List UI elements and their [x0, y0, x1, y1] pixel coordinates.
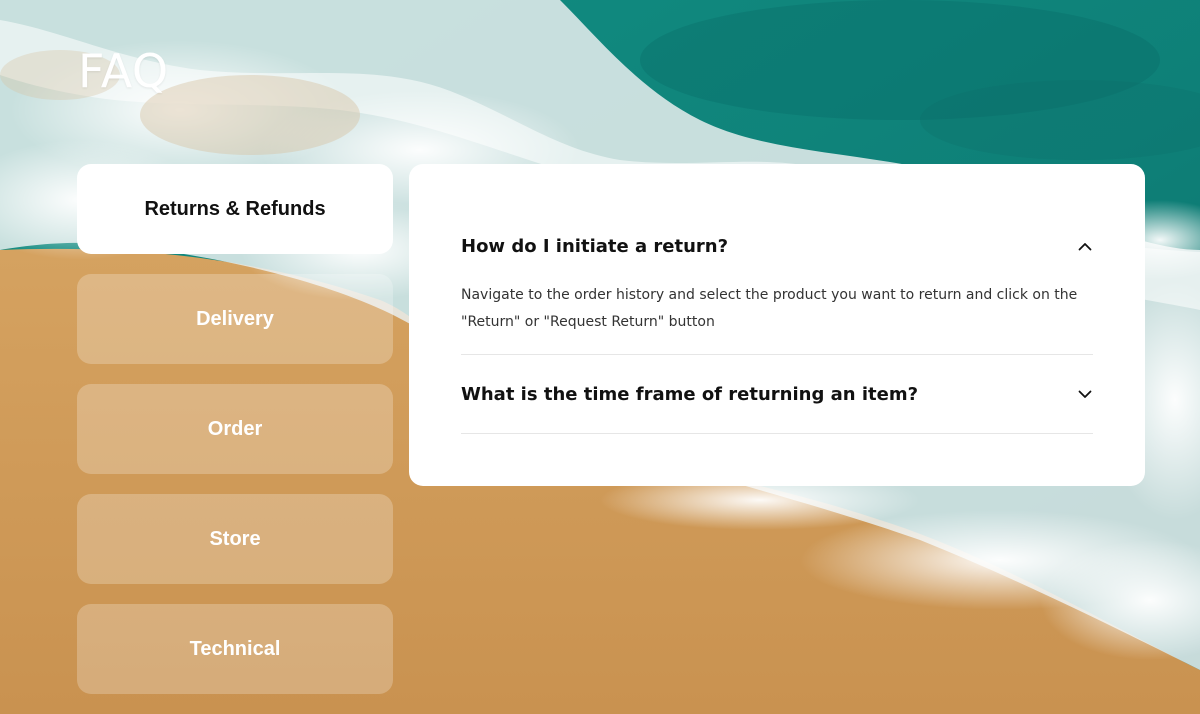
faq-question-toggle[interactable]: What is the time frame of returning an i…	[461, 355, 1093, 433]
faq-category-nav: Returns & Refunds Delivery Order Store T…	[77, 164, 393, 694]
faq-question-text: How do I initiate a return?	[461, 235, 729, 257]
chevron-down-icon[interactable]	[1077, 386, 1093, 402]
category-button-store[interactable]: Store	[77, 494, 393, 584]
faq-item: How do I initiate a return? Navigate to …	[461, 164, 1093, 355]
category-button-delivery[interactable]: Delivery	[77, 274, 393, 364]
faq-panel: How do I initiate a return? Navigate to …	[409, 164, 1145, 486]
faq-question-toggle[interactable]: How do I initiate a return?	[461, 164, 1093, 258]
chevron-up-icon[interactable]	[1077, 238, 1093, 254]
category-button-technical[interactable]: Technical	[77, 604, 393, 694]
category-button-order[interactable]: Order	[77, 384, 393, 474]
faq-question-text: What is the time frame of returning an i…	[461, 383, 919, 405]
category-button-returns-refunds[interactable]: Returns & Refunds	[77, 164, 393, 254]
faq-item: What is the time frame of returning an i…	[461, 355, 1093, 434]
faq-answer-text: Navigate to the order history and select…	[461, 287, 1078, 330]
page-title: FAQ	[78, 44, 169, 98]
